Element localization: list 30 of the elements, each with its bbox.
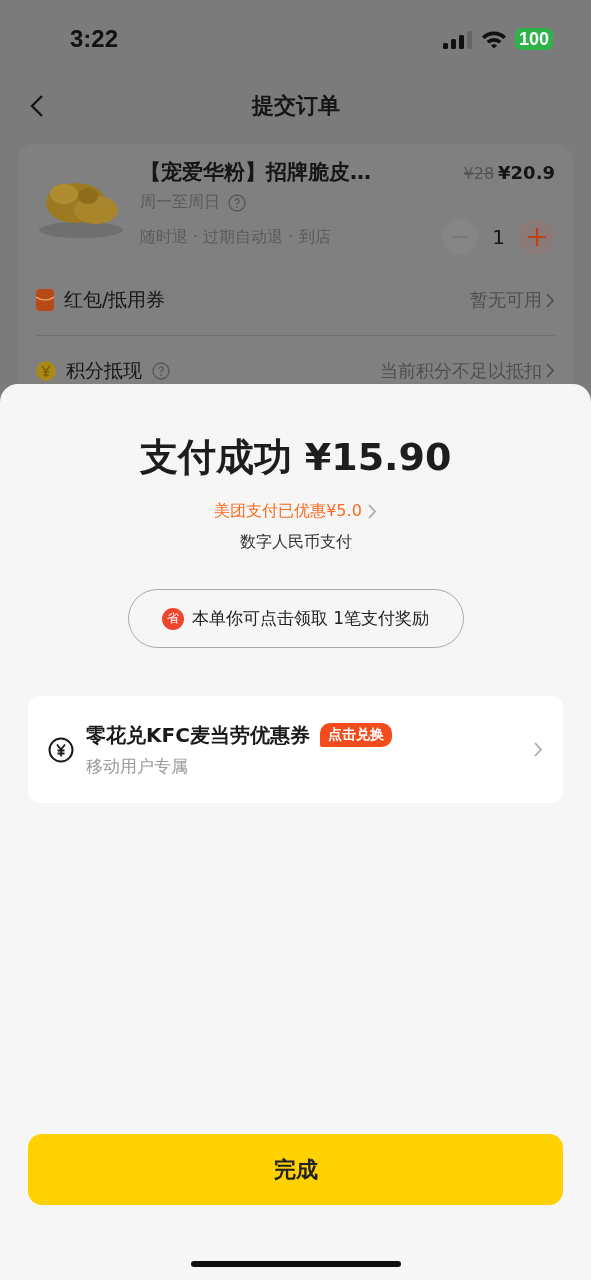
chevron-icon bbox=[546, 363, 555, 378]
save-badge: 省 bbox=[161, 607, 184, 630]
redeem-tag: 点击兑换 bbox=[319, 723, 392, 747]
product-title: 【宠爱华粉】招牌脆皮… bbox=[140, 159, 371, 186]
payment-method: 数字人民币支付 bbox=[239, 532, 352, 553]
row-label: 积分抵现 bbox=[66, 357, 142, 383]
offer-title: 零花兑KFC麦当劳优惠券 bbox=[86, 721, 310, 749]
quantity: 1 bbox=[492, 225, 505, 249]
battery-level: 100 bbox=[514, 28, 553, 50]
page-title: 提交订单 bbox=[251, 92, 340, 120]
chevron-icon bbox=[534, 742, 543, 757]
yuan-coin-icon bbox=[48, 736, 74, 763]
chevron-icon bbox=[367, 504, 377, 519]
product-price: ¥20.9 bbox=[498, 162, 555, 183]
payment-title: 支付成功 ¥15.90 bbox=[139, 434, 452, 481]
signal-icon bbox=[442, 29, 473, 49]
wifi-icon bbox=[480, 29, 507, 49]
coupon-icon bbox=[36, 289, 54, 311]
chevron-icon bbox=[546, 292, 555, 308]
done-button[interactable]: 完成 bbox=[28, 1134, 563, 1205]
offer-subtitle: 移动用户专属 bbox=[86, 754, 189, 778]
row-label: 红包/抵用券 bbox=[64, 287, 166, 312]
offer-card[interactable]: 零花兑KFC麦当劳优惠券 点击兑换 移动用户专属 bbox=[28, 696, 563, 803]
help-icon[interactable] bbox=[152, 361, 170, 380]
chevron-left-icon bbox=[30, 94, 44, 118]
coin-icon bbox=[36, 360, 56, 381]
plus-icon bbox=[528, 228, 546, 246]
status-time: 3:22 bbox=[70, 25, 119, 53]
plus-button[interactable] bbox=[519, 219, 555, 255]
help-icon[interactable] bbox=[228, 193, 246, 212]
